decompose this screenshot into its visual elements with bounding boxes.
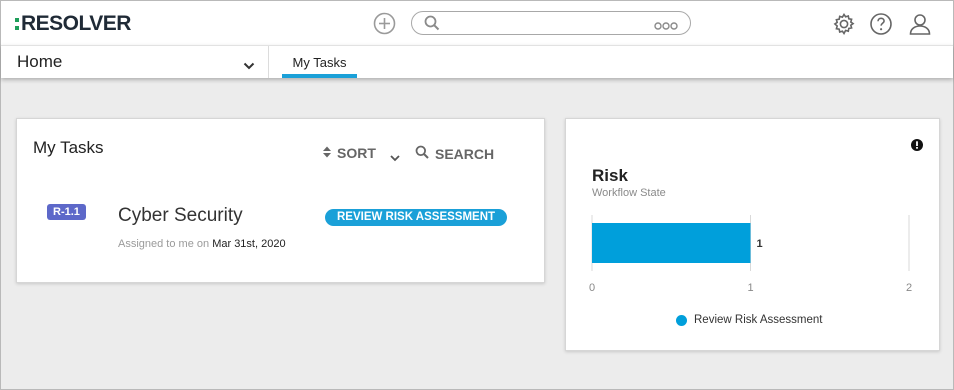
legend-color-dot — [676, 314, 687, 326]
global-search[interactable] — [411, 11, 691, 35]
sort-chevron-down-icon[interactable] — [390, 149, 400, 167]
sort-button[interactable]: SORT — [322, 145, 376, 161]
assigned-date: Mar 31st, 2020 — [212, 238, 286, 250]
tab-my-tasks[interactable]: My Tasks — [282, 46, 357, 78]
bar-data-label: 1 — [757, 238, 763, 250]
chevron-down-icon — [243, 57, 255, 75]
search-icon — [424, 15, 440, 36]
search-label: SEARCH — [435, 145, 495, 162]
nav-bar: Home My Tasks — [1, 45, 953, 78]
tab-label: My Tasks — [292, 55, 347, 70]
tasks-search-button[interactable]: SEARCH — [415, 145, 494, 162]
search-icon — [415, 145, 429, 162]
home-dropdown[interactable]: Home — [1, 46, 269, 78]
user-profile-icon[interactable] — [908, 12, 932, 36]
more-options-icon[interactable] — [654, 18, 678, 36]
x-tick-label: 0 — [589, 282, 595, 294]
home-label: Home — [17, 52, 63, 71]
task-name[interactable]: Cyber Security — [118, 205, 243, 227]
gear-icon[interactable] — [832, 12, 856, 36]
task-id-badge: R-1.1 — [47, 204, 86, 220]
my-tasks-card: My Tasks SORT SEARCH R-1.1 Cyber Securit… — [16, 118, 545, 283]
task-row[interactable]: R-1.1 Cyber Security Assigned to me on M… — [18, 199, 544, 259]
top-bar: RESOLVER — [1, 1, 953, 45]
legend-label: Review Risk Assessment — [694, 314, 823, 326]
search-input[interactable] — [446, 14, 646, 32]
risk-card: Risk Workflow State 0121 Review Risk Ass… — [565, 118, 940, 351]
x-tick-label: 2 — [906, 282, 912, 294]
bar — [592, 223, 751, 263]
sort-icon — [322, 145, 332, 161]
logo-mark — [15, 16, 19, 32]
my-tasks-title: My Tasks — [33, 138, 104, 157]
active-tab-indicator — [282, 74, 357, 78]
status-badge: REVIEW RISK ASSESSMENT — [325, 209, 508, 226]
chart-legend[interactable]: Review Risk Assessment — [676, 314, 822, 326]
assigned-prefix: Assigned to me on — [118, 238, 210, 250]
sort-label: SORT — [337, 145, 376, 161]
x-tick-label: 1 — [747, 282, 753, 294]
logo-text: RESOLVER — [21, 12, 131, 35]
resolver-logo[interactable]: RESOLVER — [15, 12, 131, 36]
help-icon[interactable] — [869, 12, 893, 36]
add-icon[interactable] — [373, 12, 396, 35]
task-assigned-info: Assigned to me on Mar 31st, 2020 — [118, 238, 286, 250]
